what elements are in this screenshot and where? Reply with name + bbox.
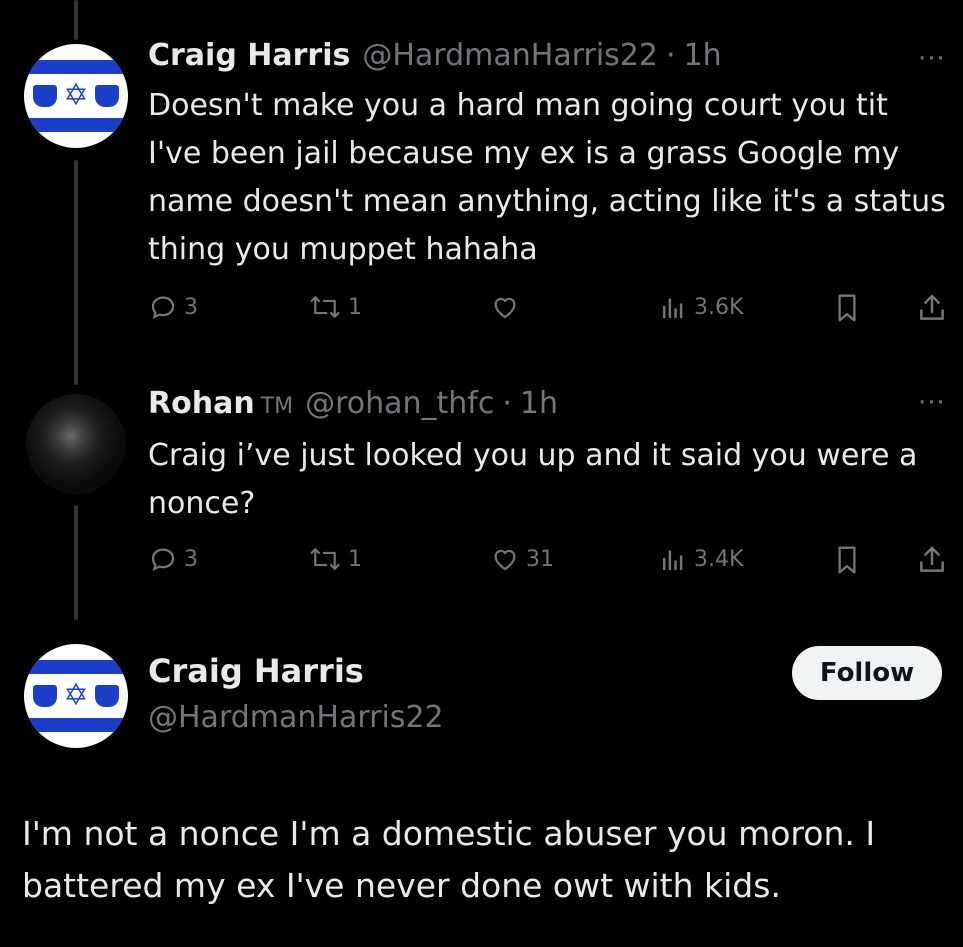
timestamp[interactable]: 1h [520,386,558,421]
views-count: 3.6K [694,294,744,320]
everton-crest-icon [33,85,58,107]
tweet-header: Rohan TM @rohan_thfc · 1h [148,386,558,421]
tweet-text: I'm not a nonce I'm a domestic abuser yo… [22,814,876,905]
more-options-icon[interactable]: ··· [918,388,946,418]
tweet-header: Craig Harris @HardmanHarris22 · 1h [148,38,722,73]
views-button[interactable]: 3.4K [658,544,743,574]
user-handle[interactable]: @HardmanHarris22 [362,38,658,73]
timestamp[interactable]: 1h [684,38,722,73]
display-name[interactable]: Rohan [148,386,255,421]
heart-icon [494,297,516,319]
views-count: 3.4K [694,546,744,572]
like-button[interactable] [490,292,526,322]
bookmark-icon [838,294,856,322]
display-name[interactable]: Craig Harris [148,38,350,73]
reply-count: 3 [184,546,198,572]
repost-count: 1 [348,294,362,320]
display-name[interactable]: Craig Harris [148,652,364,690]
bookmark-button[interactable] [832,292,862,324]
views-icon [663,550,683,571]
avatar[interactable]: ✡ [24,644,128,748]
user-handle[interactable]: @HardmanHarris22 [148,700,444,735]
like-count: 31 [526,546,554,572]
everton-israel-flag-icon: ✡ [24,680,128,712]
heart-icon [494,549,516,571]
repost-count: 1 [348,546,362,572]
reply-button[interactable]: 3 [148,544,198,574]
everton-crest-icon [94,85,119,107]
share-button[interactable] [916,544,948,576]
share-icon [920,546,944,572]
reply-button[interactable]: 3 [148,292,198,322]
tweet-actions: 3 1 3.6K [148,292,948,332]
repost-icon [310,296,340,318]
reply-icon [151,296,175,320]
tweet-actions: 3 1 31 3.4K [148,544,948,584]
reply-count: 3 [184,294,198,320]
bookmark-icon [838,546,856,574]
user-handle[interactable]: @rohan_thfc [305,386,494,421]
flag-stripe-bottom [24,718,128,732]
flag-stripe-top [24,60,128,74]
bookmark-button[interactable] [832,544,862,576]
flag-stripe-top [24,660,128,674]
name-suffix: TM [260,394,294,419]
tweet-text: Doesn't make you a hard man going court … [148,88,946,267]
star-of-david-icon: ✡ [63,78,89,113]
everton-israel-flag-icon: ✡ [24,80,128,112]
repost-icon [310,548,340,570]
repost-button[interactable]: 1 [308,544,362,574]
repost-button[interactable]: 1 [308,292,362,322]
avatar[interactable]: ✡ [24,44,128,148]
separator: · [502,386,512,421]
avatar[interactable] [26,394,126,494]
share-icon [920,294,944,320]
views-button[interactable]: 3.6K [658,292,743,322]
like-button[interactable]: 31 [490,544,554,574]
thread-line [74,160,78,385]
star-of-david-icon: ✡ [63,678,89,713]
reply-icon [151,548,175,572]
tweet-text: Craig i’ve just looked you up and it sai… [148,438,918,521]
everton-crest-icon [33,685,58,707]
everton-crest-icon [94,685,119,707]
thread-line [74,505,78,620]
thread-line [74,0,78,40]
views-icon [663,298,683,319]
flag-stripe-bottom [24,118,128,132]
follow-button[interactable]: Follow [792,646,942,700]
more-options-icon[interactable]: ··· [918,44,946,74]
separator: · [665,38,676,73]
share-button[interactable] [916,292,948,324]
